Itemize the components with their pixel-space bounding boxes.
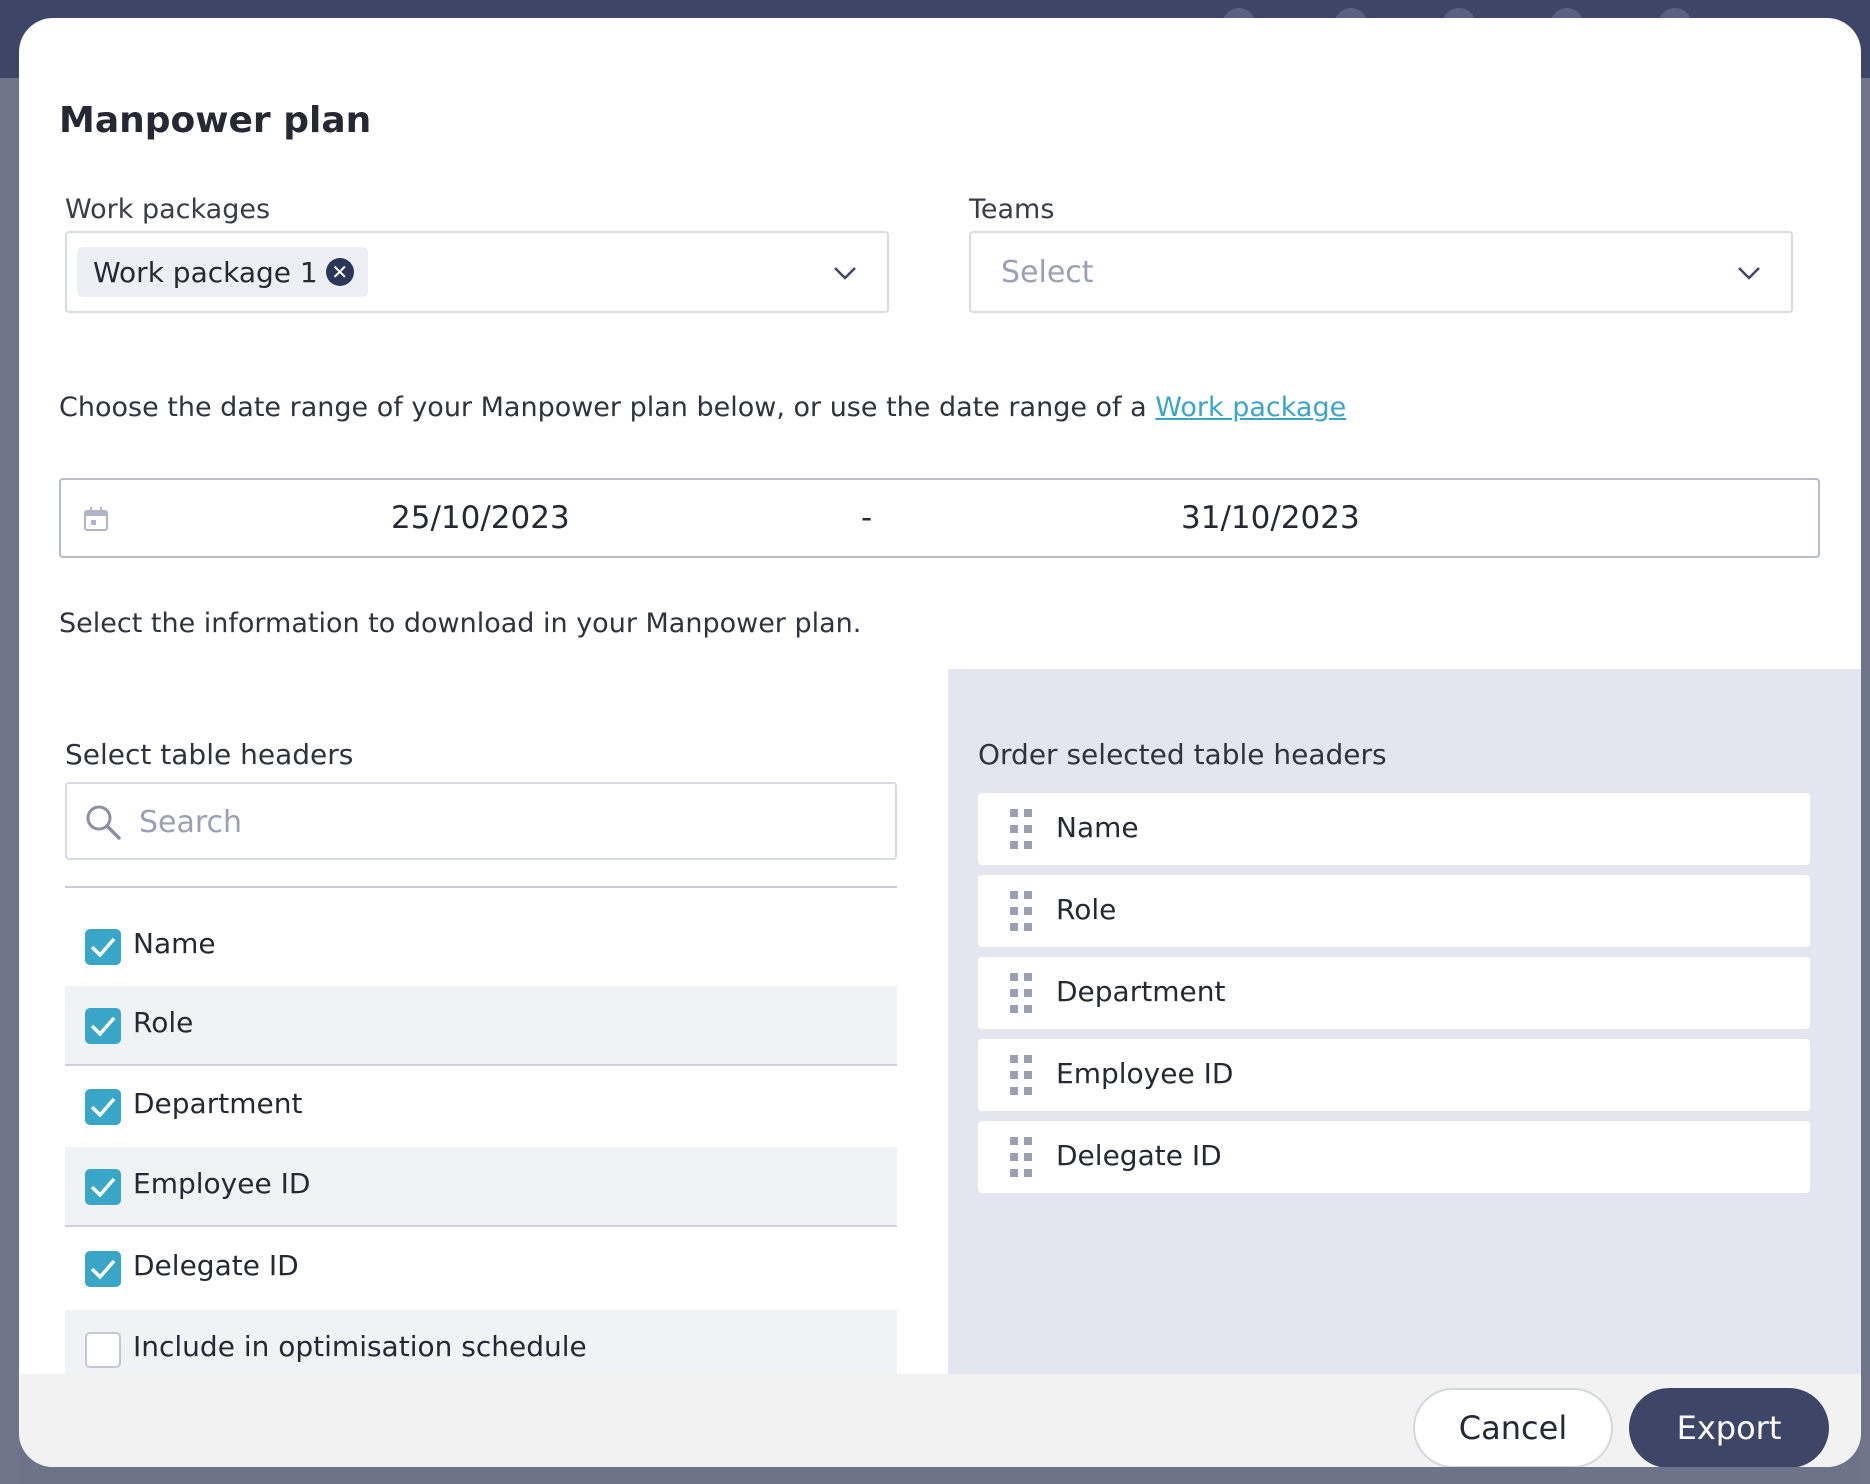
- checkbox-checked[interactable]: [85, 1008, 121, 1044]
- order-item-label: Department: [1056, 975, 1226, 1008]
- order-item-employee-id[interactable]: Employee ID: [978, 1039, 1810, 1111]
- checkbox-checked[interactable]: [85, 1251, 121, 1287]
- info-text: Select the information to download in yo…: [59, 608, 862, 639]
- date-range-picker[interactable]: 25/10/2023 - 31/10/2023: [59, 478, 1820, 558]
- option-label: Role: [133, 1006, 194, 1039]
- select-headers-label: Select table headers: [65, 738, 354, 771]
- chip-label: Work package 1: [93, 255, 318, 289]
- teams-placeholder: Select: [1001, 255, 1094, 290]
- check-icon: [90, 937, 116, 958]
- work-packages-select[interactable]: Work package 1 ✕: [65, 231, 889, 313]
- order-item-label: Name: [1056, 811, 1139, 844]
- header-option-name[interactable]: Name: [65, 907, 897, 987]
- end-date[interactable]: 31/10/2023: [1181, 500, 1360, 536]
- header-option-employee-id[interactable]: Employee ID: [65, 1147, 897, 1227]
- order-item-label: Employee ID: [1056, 1057, 1234, 1090]
- order-item-label: Delegate ID: [1056, 1139, 1222, 1172]
- work-package-chip: Work package 1 ✕: [77, 247, 368, 297]
- search-field[interactable]: [65, 782, 897, 860]
- drag-handle-icon[interactable]: [1008, 1053, 1034, 1097]
- modal-title: Manpower plan: [59, 100, 372, 141]
- drag-handle-icon[interactable]: [1008, 971, 1034, 1015]
- order-item-label: Role: [1056, 893, 1117, 926]
- drag-handle-icon[interactable]: [1008, 807, 1034, 851]
- header-option-department[interactable]: Department: [65, 1067, 897, 1147]
- checkbox-checked[interactable]: [85, 1089, 121, 1125]
- search-input[interactable]: [137, 784, 881, 860]
- check-icon: [90, 1177, 116, 1198]
- app-left-strip: [0, 78, 20, 1484]
- work-packages-label: Work packages: [65, 194, 271, 225]
- calendar-icon: [84, 507, 108, 531]
- check-icon: [90, 1259, 116, 1280]
- date-helper-text: Choose the date range of your Manpower p…: [59, 392, 1147, 423]
- start-date[interactable]: 25/10/2023: [391, 500, 570, 536]
- check-icon: [90, 1016, 116, 1037]
- order-item-name[interactable]: Name: [978, 793, 1810, 865]
- order-headers-panel: Order selected table headers Name Role D…: [948, 669, 1861, 1374]
- option-label: Include in optimisation schedule: [133, 1330, 587, 1363]
- drag-handle-icon[interactable]: [1008, 889, 1034, 933]
- check-icon: [90, 1097, 116, 1118]
- header-option-delegate-id[interactable]: Delegate ID: [65, 1229, 897, 1309]
- checkbox-unchecked[interactable]: [85, 1332, 121, 1368]
- header-option-role[interactable]: Role: [65, 986, 897, 1066]
- date-separator: -: [861, 500, 873, 536]
- date-range-helper: Choose the date range of your Manpower p…: [59, 392, 1346, 423]
- order-item-delegate-id[interactable]: Delegate ID: [978, 1121, 1810, 1193]
- manpower-plan-modal: Manpower plan Work packages Work package…: [19, 18, 1861, 1467]
- option-label: Employee ID: [133, 1167, 311, 1200]
- drag-handle-icon[interactable]: [1008, 1135, 1034, 1179]
- export-button[interactable]: Export: [1629, 1388, 1829, 1467]
- remove-chip-icon[interactable]: ✕: [325, 258, 354, 286]
- work-package-link[interactable]: Work package: [1155, 392, 1346, 423]
- checkbox-checked[interactable]: [85, 1169, 121, 1205]
- order-item-department[interactable]: Department: [978, 957, 1810, 1029]
- teams-label: Teams: [969, 194, 1055, 225]
- chevron-down-icon[interactable]: [1735, 259, 1763, 287]
- chevron-down-icon[interactable]: [831, 259, 859, 287]
- option-label: Delegate ID: [133, 1249, 299, 1282]
- order-headers-label: Order selected table headers: [978, 738, 1387, 771]
- search-icon: [86, 805, 121, 840]
- option-label: Department: [133, 1087, 303, 1120]
- checkbox-checked[interactable]: [85, 929, 121, 965]
- order-item-role[interactable]: Role: [978, 875, 1810, 947]
- cancel-button[interactable]: Cancel: [1413, 1388, 1613, 1467]
- teams-select[interactable]: Select: [969, 231, 1793, 313]
- option-label: Name: [133, 927, 216, 960]
- list-divider: [65, 886, 897, 888]
